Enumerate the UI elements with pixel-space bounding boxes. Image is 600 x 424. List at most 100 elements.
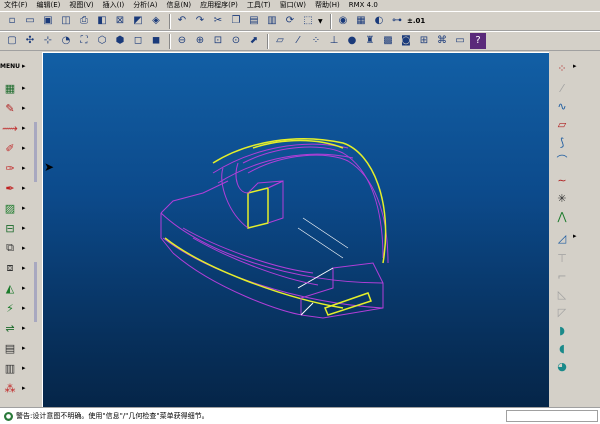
round-icon[interactable]: ⌐ [554, 268, 570, 284]
layer-tree-icon[interactable]: ◉ [335, 13, 351, 29]
save-copy-icon[interactable]: ◫ [58, 13, 74, 29]
menu-view[interactable]: 视图(V) [69, 0, 93, 11]
spin-center-icon[interactable]: ✣ [22, 33, 38, 49]
menu-tools[interactable]: 工具(T) [247, 0, 271, 11]
measure-icon[interactable]: ⊞ [416, 33, 432, 49]
left-tool-surface[interactable]: ⧉ ▸ [2, 238, 38, 258]
rib-icon[interactable]: ◖ [554, 340, 570, 356]
chevron-down-icon[interactable]: ▼ [318, 13, 324, 29]
sweep-icon[interactable]: ⋀ [554, 208, 570, 224]
zoom-fit-icon[interactable]: ⊡ [210, 33, 226, 49]
left-scroll-track[interactable] [34, 122, 37, 182]
menu-help[interactable]: 帮助(H) [315, 0, 340, 11]
left-tool-analysis[interactable]: ⇌ ▸ [2, 318, 38, 338]
copy-icon[interactable]: ❐ [228, 13, 244, 29]
zoom-in-icon[interactable]: ⊕ [192, 33, 208, 49]
close-window-icon[interactable]: ⊠ [112, 13, 128, 29]
print-preview-icon[interactable]: ◧ [94, 13, 110, 29]
star-icon[interactable]: ✳ [554, 190, 570, 206]
datum-point-icon[interactable]: ▱ [554, 116, 570, 132]
left-tool-sheetmetal[interactable]: ⟿ ▸ [2, 118, 38, 138]
datum-points-icon[interactable]: ⁘ [308, 33, 324, 49]
select-box-icon[interactable]: ⬚ [300, 13, 316, 29]
menu-edit[interactable]: 编辑(E) [37, 0, 61, 11]
curve-icon[interactable]: ∼ [554, 172, 570, 188]
chevron-right-icon[interactable]: ▸ [573, 62, 577, 70]
cam-icon[interactable]: ◙ [398, 33, 414, 49]
repaint-icon[interactable]: ▢ [4, 33, 20, 49]
datum-display-icon[interactable]: ⊹ [40, 33, 56, 49]
coord-sys-icon[interactable]: ⊥ [326, 33, 342, 49]
menu-applications[interactable]: 应用程序(P) [200, 0, 238, 11]
paste-special-icon[interactable]: ▥ [264, 13, 280, 29]
point-pattern-icon[interactable]: ⊤ [554, 250, 570, 266]
parameters-icon[interactable]: ◐ [371, 13, 387, 29]
shading-icon[interactable]: ◼ [148, 33, 164, 49]
coordinate-icon[interactable]: ⟆ [554, 134, 570, 150]
cut-icon[interactable]: ✂ [210, 13, 226, 29]
datum-axis-icon[interactable]: ⁄ [554, 80, 570, 96]
orient-mode-icon[interactable]: ◔ [58, 33, 74, 49]
left-tool-plastic[interactable]: ⚡ ▸ [2, 298, 38, 318]
left-tool-assembly[interactable]: ⁂ ▸ [2, 378, 38, 398]
datum-axes-icon[interactable]: ⁄ [290, 33, 306, 49]
family-table-icon[interactable]: ⊶ [389, 13, 405, 29]
left-tool-fixture[interactable]: ⊟ ▸ [2, 218, 38, 238]
view-manager-icon[interactable]: ⛶ [76, 33, 92, 49]
left-tool-cable[interactable]: ✒ ▸ [2, 178, 38, 198]
chamfer-icon[interactable]: ◺ [554, 286, 570, 302]
left-tool-mold[interactable]: ▦ ▸ [2, 78, 38, 98]
print-icon[interactable]: ⎙ [76, 13, 92, 29]
datum-planes-icon[interactable]: ▱ [272, 33, 288, 49]
menu-file[interactable]: 文件(F) [4, 0, 28, 11]
tolerance-label[interactable]: ±.01 [407, 17, 425, 25]
selection-filter-panel[interactable] [506, 410, 598, 422]
chevron-right-icon[interactable]: ▸ [573, 232, 577, 240]
refit-icon[interactable]: ⊙ [228, 33, 244, 49]
sketch-icon[interactable]: ⌒ [554, 152, 570, 168]
undo-icon[interactable]: ↶ [174, 13, 190, 29]
left-tool-mechanism[interactable]: ▨ ▸ [2, 198, 38, 218]
appearance-icon[interactable]: ● [344, 33, 360, 49]
left-tool-harness[interactable]: ⧈ ▸ [2, 258, 38, 278]
erase-icon[interactable]: ◩ [130, 13, 146, 29]
menu-rmx[interactable]: RMX 4.0 [349, 0, 378, 11]
regenerate-icon[interactable]: ⟳ [282, 13, 298, 29]
hole-icon[interactable]: ◕ [554, 358, 570, 374]
menu-info[interactable]: 信息(N) [166, 0, 191, 11]
context-help-icon[interactable]: ? [470, 33, 486, 49]
datum-plane-icon[interactable]: ⁘ [554, 60, 570, 76]
open-icon[interactable]: ▭ [22, 13, 38, 29]
edit-icon[interactable]: ◿ [554, 230, 570, 246]
relations-icon[interactable]: ▦ [353, 13, 369, 29]
left-tool-pipe[interactable]: ✑ ▸ [2, 158, 38, 178]
paste-icon[interactable]: ▤ [246, 13, 262, 29]
menu-window[interactable]: 窗口(W) [280, 0, 306, 11]
datum-curve-icon[interactable]: ∿ [554, 98, 570, 114]
wireframe-icon[interactable]: ⬡ [94, 33, 110, 49]
left-tool-nc[interactable]: ▤ ▸ [2, 338, 38, 358]
graphics-window[interactable] [42, 52, 549, 407]
no-hidden-icon[interactable]: ◻ [130, 33, 146, 49]
info-icon[interactable]: ◈ [148, 13, 164, 29]
zoom-out-icon[interactable]: ⊖ [174, 33, 190, 49]
draft-icon[interactable]: ◸ [554, 304, 570, 320]
left-tool-tool[interactable]: ▥ ▸ [2, 358, 38, 378]
save-icon[interactable]: ▣ [40, 13, 56, 29]
menu-insert[interactable]: 插入(I) [103, 0, 125, 11]
left-menu-button[interactable]: MENU ▸ [0, 56, 38, 76]
view-orient-icon[interactable]: ⬈ [246, 33, 262, 49]
new-icon[interactable]: ▫ [4, 13, 20, 29]
left-tool-render[interactable]: ◭ ▸ [2, 278, 38, 298]
shell-icon[interactable]: ◗ [554, 322, 570, 338]
model-tree-icon[interactable]: ♜ [362, 33, 378, 49]
window-icon[interactable]: ▭ [452, 33, 468, 49]
hidden-line-icon[interactable]: ⬢ [112, 33, 128, 49]
redo-icon[interactable]: ↷ [192, 13, 208, 29]
left-tool-weld[interactable]: ✐ ▸ [2, 138, 38, 158]
menu-analysis[interactable]: 分析(A) [133, 0, 157, 11]
left-tool-die[interactable]: ✎ ▸ [2, 98, 38, 118]
mapkey-icon[interactable]: ⌘ [434, 33, 450, 49]
layer-icon[interactable]: ▩ [380, 33, 396, 49]
left-scroll-track[interactable] [34, 262, 37, 322]
